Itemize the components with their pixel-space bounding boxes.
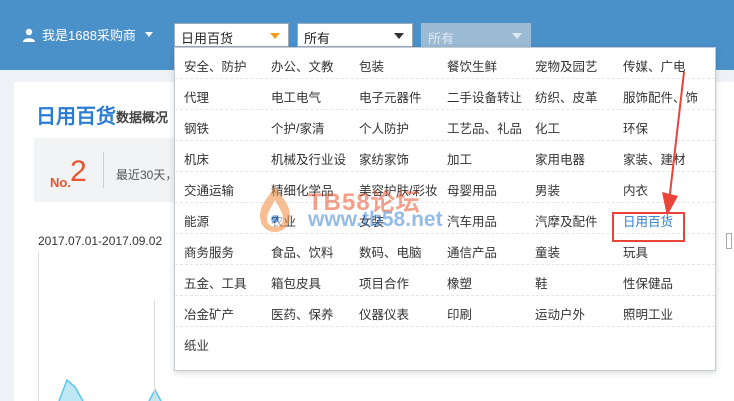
category-row: 五金、工具 箱包皮具 项目合作 橡塑 鞋 性保健品 bbox=[175, 265, 715, 296]
category-option[interactable]: 童装 bbox=[535, 242, 560, 261]
category-select[interactable]: 日用百货 bbox=[174, 23, 289, 47]
category-option[interactable]: 机械及行业设 bbox=[271, 149, 346, 168]
watermark-url: www.tb58.net bbox=[308, 208, 443, 231]
category-row: 纸业 bbox=[175, 327, 715, 358]
category-option[interactable]: 机床 bbox=[184, 149, 209, 168]
category-option[interactable]: 二手设备转让 bbox=[447, 87, 522, 106]
watermark-logo-icon bbox=[260, 186, 290, 232]
category-option[interactable]: 化工 bbox=[535, 118, 560, 137]
rank-text: 最近30天， bbox=[116, 168, 178, 182]
category-option[interactable]: 仪器仪表 bbox=[359, 304, 409, 323]
category-option[interactable]: 玩具 bbox=[623, 242, 648, 261]
date-range: 2017.07.01-2017.09.02 bbox=[38, 234, 163, 248]
category-option[interactable]: 纸业 bbox=[184, 335, 209, 354]
category-option[interactable]: 个人防护 bbox=[359, 118, 409, 137]
category-option[interactable]: 汽车用品 bbox=[447, 211, 497, 230]
category-option[interactable]: 电子元器件 bbox=[359, 87, 422, 106]
divider bbox=[103, 152, 104, 188]
category-option[interactable]: 环保 bbox=[623, 118, 648, 137]
category-option[interactable]: 印刷 bbox=[447, 304, 472, 323]
category-option[interactable]: 能源 bbox=[184, 211, 209, 230]
category-option[interactable]: 电工电气 bbox=[271, 87, 321, 106]
category-option[interactable]: 汽摩及配件 bbox=[535, 211, 598, 230]
category-option[interactable]: 橡塑 bbox=[447, 273, 472, 292]
scroll-handle[interactable] bbox=[726, 233, 732, 249]
page-title: 日用百货 bbox=[36, 106, 116, 128]
category-option[interactable]: 代理 bbox=[184, 87, 209, 106]
category-option[interactable]: 内衣 bbox=[623, 180, 648, 199]
category-option[interactable]: 箱包皮具 bbox=[271, 273, 321, 292]
category-option[interactable]: 纺织、皮革 bbox=[535, 87, 598, 106]
category-option[interactable]: 冶金矿产 bbox=[184, 304, 234, 323]
category-row: 钢铁 个护/家清 个人防护 工艺品、礼品 化工 环保 bbox=[175, 110, 715, 141]
category-option[interactable]: 男装 bbox=[535, 180, 560, 199]
user-menu[interactable]: 我是1688采购商 bbox=[22, 25, 153, 44]
category-row: 机床 机械及行业设 家纺家饰 加工 家用电器 家装、建材 bbox=[175, 141, 715, 172]
third-level-select[interactable]: 所有 bbox=[421, 23, 531, 47]
category-option[interactable]: 包装 bbox=[359, 56, 384, 75]
category-option[interactable]: 鞋 bbox=[535, 273, 548, 292]
category-option[interactable]: 食品、饮料 bbox=[271, 242, 334, 261]
category-row: 代理 电工电气 电子元器件 二手设备转让 纺织、皮革 服饰配件、饰 bbox=[175, 79, 715, 110]
category-row: 冶金矿产 医药、保养 仪器仪表 印刷 运动户外 照明工业 bbox=[175, 296, 715, 327]
category-option[interactable]: 办公、文教 bbox=[271, 56, 334, 75]
category-option[interactable]: 加工 bbox=[447, 149, 472, 168]
gridline bbox=[154, 300, 155, 401]
category-option[interactable]: 项目合作 bbox=[359, 273, 409, 292]
category-option[interactable]: 交通运输 bbox=[184, 180, 234, 199]
category-option[interactable]: 医药、保养 bbox=[271, 304, 334, 323]
category-option[interactable]: 家纺家饰 bbox=[359, 149, 409, 168]
red-arrow-annotation bbox=[662, 71, 685, 216]
category-option[interactable]: 通信产品 bbox=[447, 242, 497, 261]
category-option[interactable]: 家用电器 bbox=[535, 149, 585, 168]
chevron-down-icon bbox=[144, 32, 153, 37]
category-option[interactable]: 五金、工具 bbox=[184, 273, 247, 292]
user-label: 我是1688采购商 bbox=[42, 28, 136, 43]
category-option[interactable]: 个护/家清 bbox=[271, 118, 324, 137]
category-option[interactable]: 商务服务 bbox=[184, 242, 234, 261]
chevron-down-icon bbox=[512, 33, 522, 39]
subcategory-select-value: 所有 bbox=[304, 31, 331, 46]
category-row: 安全、防护 办公、文教 包装 餐饮生鲜 宠物及园艺 传媒、广电 bbox=[175, 48, 715, 79]
chevron-down-icon bbox=[270, 33, 280, 39]
third-level-select-value: 所有 bbox=[428, 31, 455, 46]
category-option[interactable]: 安全、防护 bbox=[184, 56, 247, 75]
category-option[interactable]: 数码、电脑 bbox=[359, 242, 422, 261]
subcategory-select[interactable]: 所有 bbox=[297, 23, 413, 47]
category-option[interactable]: 宠物及园艺 bbox=[535, 56, 598, 75]
category-option[interactable]: 钢铁 bbox=[184, 118, 209, 137]
page-subtitle: 数据概况 bbox=[116, 110, 169, 125]
category-option[interactable]: 餐饮生鲜 bbox=[447, 56, 497, 75]
category-option[interactable]: 性保健品 bbox=[623, 273, 673, 292]
category-select-value: 日用百货 bbox=[181, 31, 234, 46]
user-icon bbox=[23, 28, 35, 42]
rank-value: 2 bbox=[70, 155, 87, 188]
category-option[interactable]: 运动户外 bbox=[535, 304, 585, 323]
chevron-down-icon bbox=[394, 33, 404, 39]
category-option[interactable]: 工艺品、礼品 bbox=[447, 118, 522, 137]
category-option[interactable]: 照明工业 bbox=[623, 304, 673, 323]
rank-prefix: No. bbox=[50, 175, 71, 190]
category-option[interactable]: 母婴用品 bbox=[447, 180, 497, 199]
